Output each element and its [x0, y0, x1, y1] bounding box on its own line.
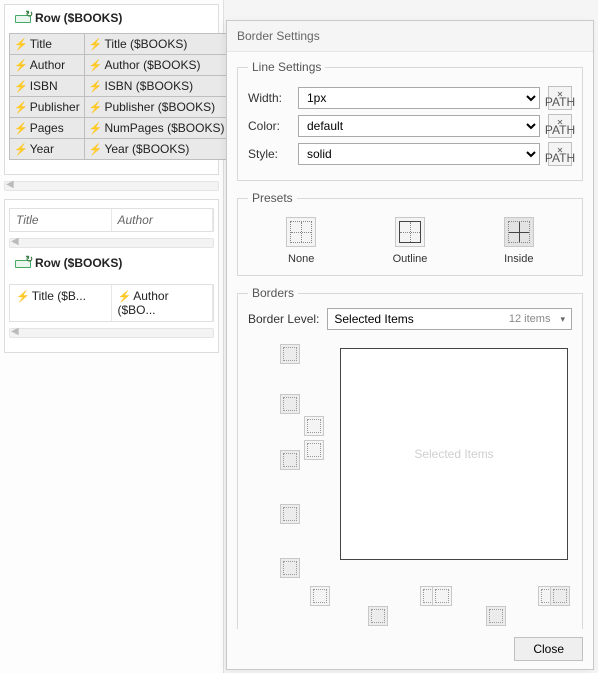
bolt-icon: ⚡ [14, 60, 28, 72]
style-label: Style: [248, 147, 290, 161]
border-level-label: Border Level: [248, 312, 319, 326]
borders-editor: Selected Items [248, 338, 572, 629]
schema-panel: Row ($BOOKS) ⚡Title⚡Title ($BOOKS) ⚡Auth… [0, 0, 224, 673]
style-select[interactable]: solid [298, 143, 540, 165]
scroll-indicator[interactable] [9, 238, 214, 248]
color-select[interactable]: default [298, 115, 540, 137]
col-header-author: Author [112, 209, 214, 231]
bolt-icon: ⚡ [89, 102, 103, 114]
row-header-1[interactable]: Row ($BOOKS) [5, 5, 218, 31]
close-button[interactable]: Close [514, 637, 583, 661]
xpath-button[interactable]: PATH [548, 86, 572, 110]
bolt-icon: ⚡ [89, 144, 103, 156]
color-label: Color: [248, 119, 290, 133]
preview-block: Title Author Row ($BOOKS) ⚡Title ($B... … [4, 199, 219, 353]
table-row[interactable]: ⚡Title⚡Title ($BOOKS) [10, 34, 229, 55]
col-header-title: Title [10, 209, 112, 231]
bolt-icon: ⚡ [89, 39, 103, 51]
bolt-icon: ⚡ [118, 291, 132, 303]
border-toggle-corner-br[interactable] [550, 586, 570, 606]
border-toggle-left-inner-a[interactable] [304, 416, 324, 436]
width-select[interactable]: 1px [298, 87, 540, 109]
bolt-icon: ⚡ [89, 60, 103, 72]
preset-inside-icon [504, 217, 534, 247]
preview-text: Selected Items [414, 447, 493, 461]
table-row[interactable]: ⚡Publisher⚡Publisher ($BOOKS) [10, 97, 229, 118]
preset-outline[interactable]: Outline [393, 217, 428, 265]
border-toggle-bottom-1[interactable] [310, 586, 330, 606]
border-toggle-bottom-2[interactable] [368, 606, 388, 626]
borders-preview[interactable]: Selected Items [340, 348, 568, 560]
border-toggle-bottom-4[interactable] [486, 606, 506, 626]
line-settings-legend: Line Settings [248, 60, 325, 74]
chevron-down-icon: ▾ [560, 314, 565, 325]
bolt-icon: ⚡ [89, 81, 103, 93]
presets-group: Presets None Outline Inside [237, 191, 583, 276]
border-toggle-corner-bl[interactable] [280, 558, 300, 578]
table-row[interactable]: ⚡ISBN⚡ISBN ($BOOKS) [10, 76, 229, 97]
border-level-count: 12 items [509, 313, 551, 325]
width-label: Width: [248, 91, 290, 105]
border-toggle-left-outer[interactable] [280, 394, 300, 414]
bolt-icon: ⚡ [14, 123, 28, 135]
border-toggle-left-bottom[interactable] [280, 504, 300, 524]
borders-legend: Borders [248, 286, 298, 300]
table-row[interactable]: ⚡Pages⚡NumPages ($BOOKS) [10, 118, 229, 139]
border-level-value: Selected Items [334, 312, 413, 326]
preset-outline-icon [395, 217, 425, 247]
row-title: Row ($BOOKS) [35, 256, 122, 270]
border-toggle-left-mid[interactable] [280, 450, 300, 470]
dialog-title: Border Settings [227, 21, 593, 52]
xpath-button[interactable]: PATH [548, 142, 572, 166]
table-row[interactable]: ⚡Author⚡Author ($BOOKS) [10, 55, 229, 76]
row-icon [15, 258, 29, 268]
borders-group: Borders Border Level: Selected Items 12 … [237, 286, 583, 629]
border-toggle-corner-tl[interactable] [280, 344, 300, 364]
preset-none-icon [286, 217, 316, 247]
preset-none[interactable]: None [286, 217, 316, 265]
presets-legend: Presets [248, 191, 297, 205]
border-toggle-bottom-3b[interactable] [432, 586, 452, 606]
border-level-select[interactable]: Selected Items 12 items ▾ [327, 308, 572, 330]
row-icon [15, 13, 29, 23]
scroll-indicator[interactable] [9, 328, 214, 338]
bolt-icon: ⚡ [14, 144, 28, 156]
table-row[interactable]: ⚡Year⚡Year ($BOOKS) [10, 139, 229, 160]
preset-inside[interactable]: Inside [504, 217, 534, 265]
cell-author: ⚡Author ($BO... [112, 285, 214, 321]
scroll-indicator[interactable] [4, 181, 219, 191]
border-settings-dialog: Border Settings Line Settings Width: 1px… [226, 20, 594, 670]
row-header-2[interactable]: Row ($BOOKS) [5, 250, 218, 276]
property-table: ⚡Title⚡Title ($BOOKS) ⚡Author⚡Author ($B… [9, 33, 229, 160]
row-title: Row ($BOOKS) [35, 11, 122, 25]
bolt-icon: ⚡ [14, 81, 28, 93]
row-block-1: Row ($BOOKS) ⚡Title⚡Title ($BOOKS) ⚡Auth… [4, 4, 219, 175]
preview-cells: ⚡Title ($B... ⚡Author ($BO... [9, 284, 214, 322]
bolt-icon: ⚡ [89, 123, 103, 135]
preview-header-row: Title Author [9, 208, 214, 232]
bolt-icon: ⚡ [16, 291, 30, 303]
border-toggle-left-inner-b[interactable] [304, 440, 324, 460]
cell-title: ⚡Title ($B... [10, 285, 112, 321]
bolt-icon: ⚡ [14, 39, 28, 51]
line-settings-group: Line Settings Width: 1px PATH Color: def… [237, 60, 583, 181]
xpath-button[interactable]: PATH [548, 114, 572, 138]
bolt-icon: ⚡ [14, 102, 28, 114]
